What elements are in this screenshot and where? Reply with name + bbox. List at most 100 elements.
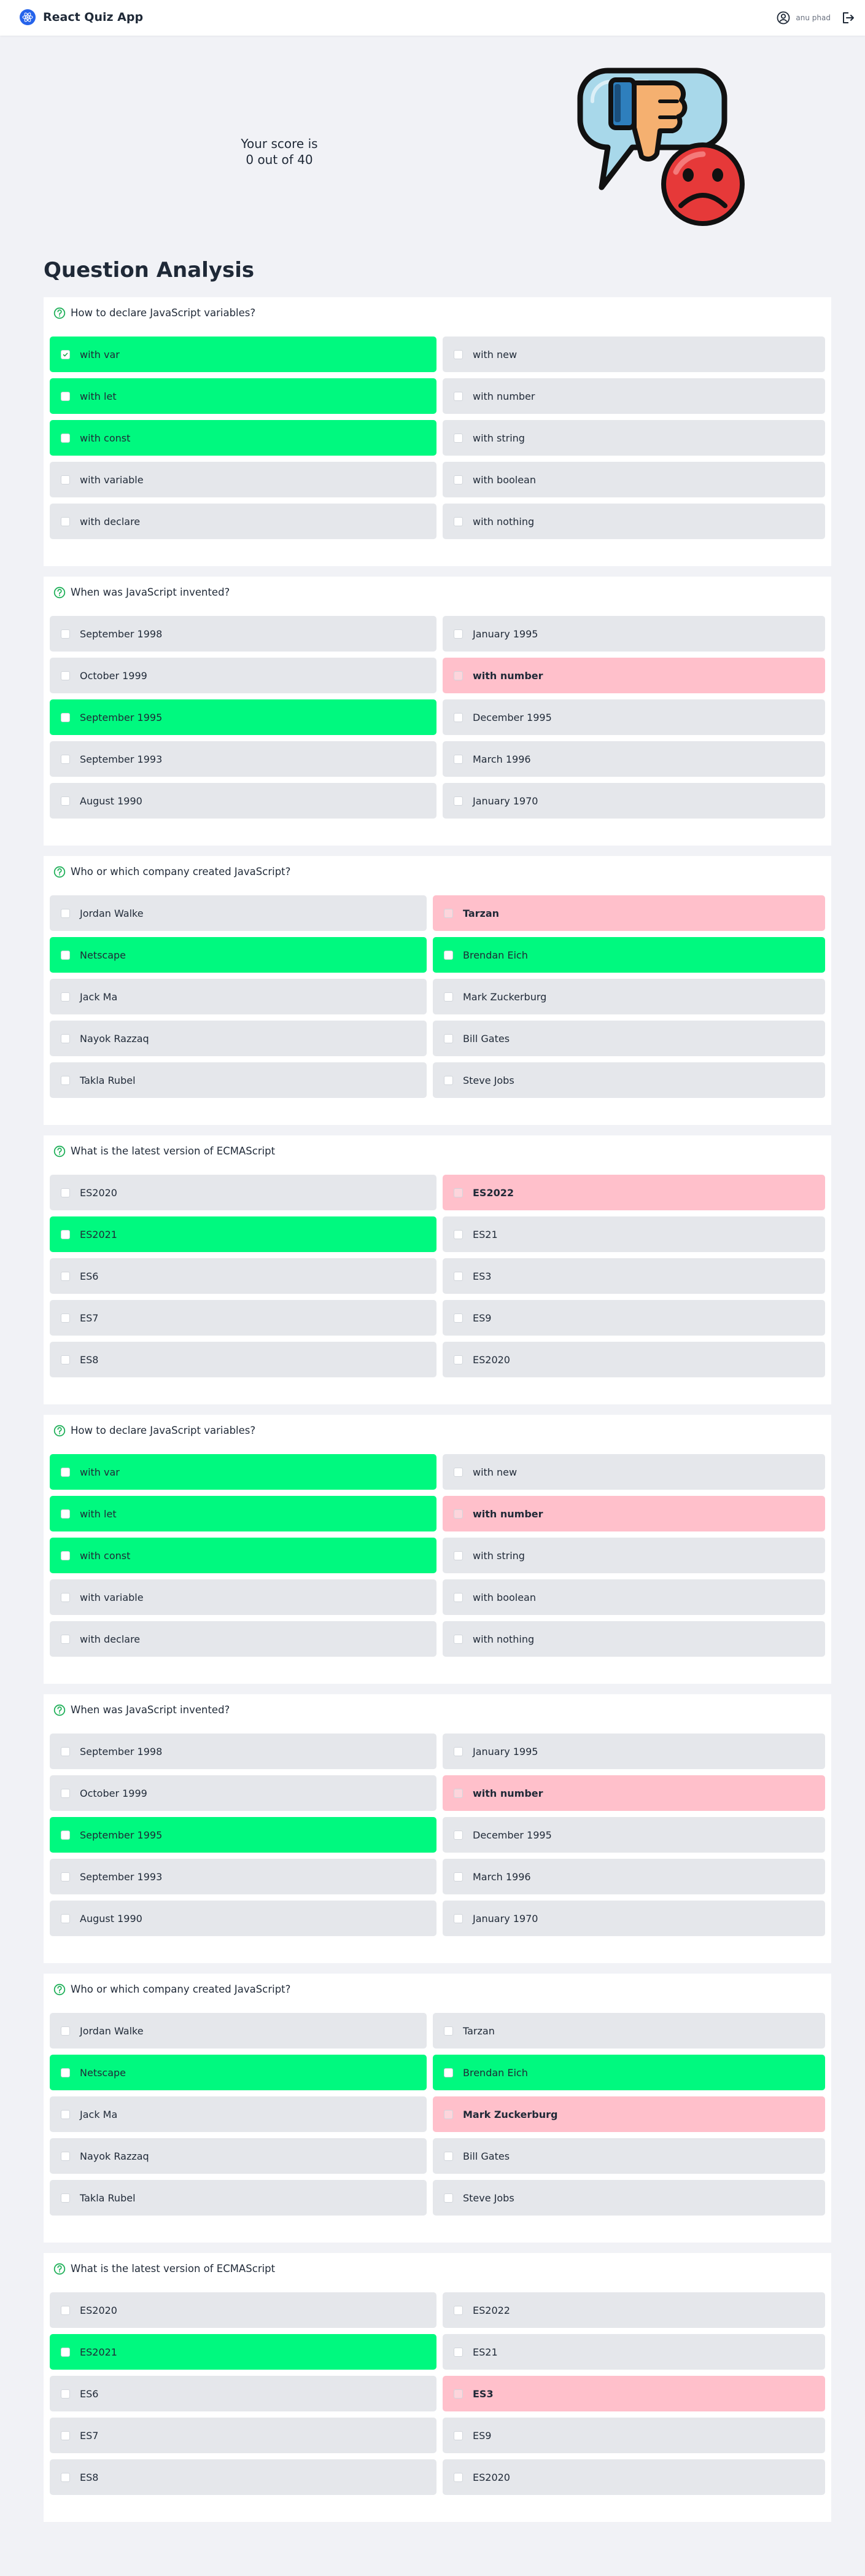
option-checkbox[interactable] [61,1634,70,1644]
option-checkbox[interactable] [454,2472,463,2482]
option-neutral[interactable]: Jack Ma [50,2096,427,2132]
option-wrong[interactable]: Mark Zuckerburg [433,2096,825,2132]
option-correct[interactable]: September 1995 [50,699,436,735]
option-checkbox[interactable] [454,712,463,722]
option-checkbox[interactable] [61,2389,70,2399]
option-checkbox[interactable] [454,1551,463,1560]
option-neutral[interactable]: January 1995 [443,616,825,652]
option-checkbox[interactable] [454,1913,463,1923]
option-neutral[interactable]: Steve Jobs [433,2180,825,2216]
option-checkbox[interactable] [61,1509,70,1519]
option-neutral[interactable]: ES21 [443,2334,825,2370]
option-neutral[interactable]: with boolean [443,1579,825,1615]
option-neutral[interactable]: with string [443,420,825,456]
option-checkbox[interactable] [61,2193,70,2203]
option-correct[interactable]: Brendan Eich [433,937,825,973]
option-neutral[interactable]: ES6 [50,1258,436,1294]
option-checkbox[interactable] [61,1746,70,1756]
option-neutral[interactable]: ES2020 [443,1342,825,1377]
option-neutral[interactable]: with declare [50,1621,436,1657]
option-wrong[interactable]: Tarzan [433,895,825,931]
option-neutral[interactable]: with variable [50,462,436,497]
option-checkbox[interactable] [454,754,463,764]
option-checkbox[interactable] [454,1229,463,1239]
option-checkbox[interactable] [61,2305,70,2315]
option-correct[interactable]: with const [50,1538,436,1573]
option-neutral[interactable]: September 1993 [50,1859,436,1894]
option-checkbox[interactable] [454,671,463,680]
option-wrong[interactable]: ES3 [443,2376,825,2411]
option-checkbox[interactable] [61,2472,70,2482]
option-neutral[interactable]: ES9 [443,2418,825,2453]
option-checkbox[interactable] [61,349,70,359]
option-checkbox[interactable] [61,1592,70,1602]
option-neutral[interactable]: Tarzan [433,2013,825,2049]
option-checkbox[interactable] [454,1592,463,1602]
option-checkbox[interactable] [454,349,463,359]
option-checkbox[interactable] [61,908,70,918]
option-correct[interactable]: ES2021 [50,2334,436,2370]
option-checkbox[interactable] [61,1788,70,1798]
option-neutral[interactable]: ES6 [50,2376,436,2411]
option-checkbox[interactable] [61,2026,70,2036]
option-neutral[interactable]: December 1995 [443,1817,825,1853]
option-neutral[interactable]: September 1993 [50,741,436,777]
option-checkbox[interactable] [454,2347,463,2357]
option-checkbox[interactable] [444,2109,453,2119]
option-neutral[interactable]: ES7 [50,2418,436,2453]
option-neutral[interactable]: with boolean [443,462,825,497]
option-neutral[interactable]: Nayok Razzaq [50,1021,427,1056]
option-neutral[interactable]: Mark Zuckerburg [433,979,825,1014]
option-neutral[interactable]: ES3 [443,1258,825,1294]
option-checkbox[interactable] [454,1271,463,1281]
option-neutral[interactable]: December 1995 [443,699,825,735]
option-neutral[interactable]: August 1990 [50,1901,436,1936]
option-checkbox[interactable] [61,992,70,1002]
option-checkbox[interactable] [444,950,453,960]
option-checkbox[interactable] [454,1313,463,1323]
option-neutral[interactable]: Jack Ma [50,979,427,1014]
option-checkbox[interactable] [444,1033,453,1043]
option-neutral[interactable]: ES2020 [50,2292,436,2328]
option-neutral[interactable]: January 1995 [443,1734,825,1769]
option-checkbox[interactable] [454,475,463,484]
option-checkbox[interactable] [454,2430,463,2440]
option-checkbox[interactable] [61,2151,70,2161]
option-checkbox[interactable] [61,433,70,443]
option-neutral[interactable]: ES2020 [50,1175,436,1210]
option-checkbox[interactable] [61,1551,70,1560]
option-checkbox[interactable] [454,516,463,526]
option-checkbox[interactable] [61,1355,70,1364]
option-checkbox[interactable] [454,1872,463,1881]
option-correct[interactable]: Netscape [50,2055,427,2090]
option-checkbox[interactable] [61,475,70,484]
option-neutral[interactable]: August 1990 [50,783,436,819]
option-checkbox[interactable] [454,433,463,443]
option-neutral[interactable]: ES9 [443,1300,825,1336]
option-neutral[interactable]: Bill Gates [433,1021,825,1056]
option-checkbox[interactable] [454,796,463,806]
option-checkbox[interactable] [61,1188,70,1197]
option-neutral[interactable]: January 1970 [443,1901,825,1936]
option-checkbox[interactable] [61,2430,70,2440]
option-checkbox[interactable] [61,2109,70,2119]
option-neutral[interactable]: with nothing [443,504,825,539]
option-correct[interactable]: with var [50,337,436,372]
option-wrong[interactable]: with number [443,1775,825,1811]
option-neutral[interactable]: ES8 [50,1342,436,1377]
logout-icon[interactable] [840,10,855,25]
option-neutral[interactable]: Bill Gates [433,2138,825,2174]
option-neutral[interactable]: September 1998 [50,616,436,652]
brand[interactable]: React Quiz App [20,9,143,25]
option-checkbox[interactable] [61,1033,70,1043]
option-checkbox[interactable] [61,1229,70,1239]
option-correct[interactable]: with const [50,420,436,456]
option-checkbox[interactable] [454,1467,463,1477]
option-checkbox[interactable] [454,391,463,401]
option-checkbox[interactable] [454,2389,463,2399]
option-checkbox[interactable] [454,629,463,639]
option-checkbox[interactable] [61,629,70,639]
option-correct[interactable]: Brendan Eich [433,2055,825,2090]
option-checkbox[interactable] [61,1830,70,1840]
option-neutral[interactable]: March 1996 [443,741,825,777]
